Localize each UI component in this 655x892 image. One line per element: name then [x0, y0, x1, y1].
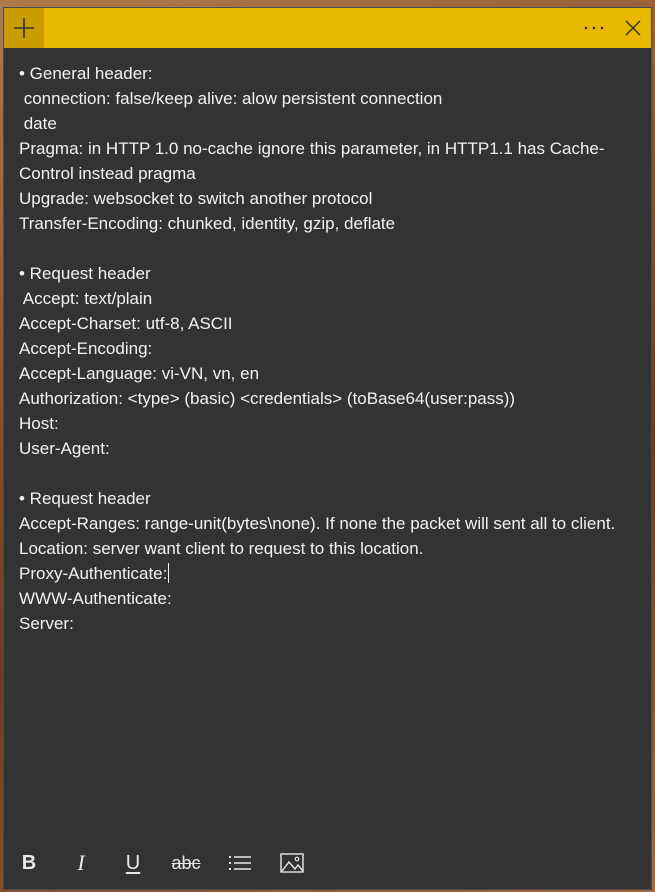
- sticky-note-window: • General header: connection: false/keep…: [3, 7, 652, 890]
- note-line: User-Agent:: [19, 439, 110, 458]
- note-line: Server:: [19, 614, 74, 633]
- note-line-with-caret: Proxy-Authenticate:: [19, 561, 651, 586]
- note-line: [19, 236, 651, 261]
- new-note-button[interactable]: [4, 8, 44, 48]
- note-line: Authorization: <type> (basic) <credentia…: [19, 389, 516, 408]
- plus-icon: [14, 18, 34, 38]
- note-line: Upgrade: websocket to switch another pro…: [19, 189, 373, 208]
- underline-button[interactable]: U: [113, 845, 153, 881]
- image-icon: [280, 853, 304, 873]
- more-icon: [584, 26, 604, 30]
- note-line: Accept: text/plain: [19, 289, 153, 308]
- note-line: • Request header: [19, 264, 151, 283]
- note-line: Proxy-Authenticate:: [19, 564, 168, 583]
- note-line: date: [19, 114, 57, 133]
- note-line: • General header:: [19, 64, 153, 83]
- note-line: Pragma: in HTTP 1.0 no-cache ignore this…: [19, 139, 605, 158]
- format-toolbar: B I U abc: [4, 837, 651, 889]
- close-icon: [625, 20, 641, 36]
- note-line: Accept-Language: vi-VN, vn, en: [19, 364, 260, 383]
- italic-button[interactable]: I: [61, 845, 101, 881]
- bold-button[interactable]: B: [9, 845, 49, 881]
- note-line: Location: server want client to request …: [19, 539, 424, 558]
- note-line: Accept-Encoding:: [19, 339, 153, 358]
- note-line: Control instead pragma: [19, 164, 196, 183]
- note-line: [19, 461, 651, 486]
- more-options-button[interactable]: [574, 8, 614, 48]
- bullet-list-button[interactable]: [220, 845, 260, 881]
- strikethrough-button[interactable]: abc: [166, 845, 206, 881]
- insert-image-button[interactable]: [272, 845, 312, 881]
- note-text-area[interactable]: • General header: connection: false/keep…: [4, 48, 651, 838]
- close-button[interactable]: [614, 8, 652, 48]
- note-line: WWW-Authenticate:: [19, 589, 172, 608]
- bullet-list-icon: [229, 856, 251, 870]
- note-line: Host:: [19, 414, 59, 433]
- note-line: Accept-Ranges: range-unit(bytes\none). I…: [19, 514, 616, 533]
- title-bar[interactable]: [4, 8, 651, 48]
- note-line: Accept-Charset: utf-8, ASCII: [19, 314, 233, 333]
- note-line: Transfer-Encoding: chunked, identity, gz…: [19, 214, 396, 233]
- note-line: connection: false/keep alive: alow persi…: [19, 89, 443, 108]
- text-caret: [168, 563, 170, 583]
- note-line: • Request header: [19, 489, 151, 508]
